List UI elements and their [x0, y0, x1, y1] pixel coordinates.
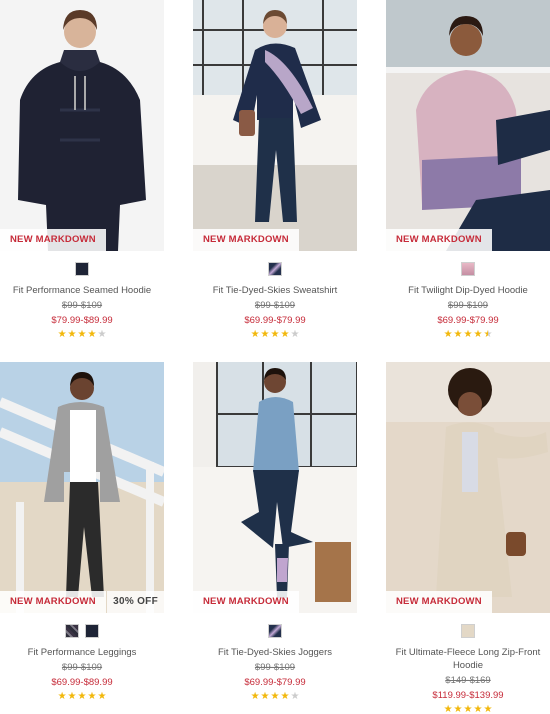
- rating-stars: ★ ★ ★ ★ ★: [386, 330, 550, 340]
- star-icon: ★: [453, 704, 463, 714]
- original-price: $99-$109: [254, 300, 296, 311]
- rating-stars: ★ ★ ★ ★ ★: [386, 705, 550, 714]
- star-icon: ★: [473, 704, 483, 714]
- star-icon: ★: [87, 691, 97, 702]
- sale-price: $69.99-$79.99: [244, 677, 306, 688]
- product-grid: NEW MARKDOWN Fit Performance Seamed Hood…: [0, 0, 550, 714]
- product-photo[interactable]: NEW MARKDOWN 30% OFF: [0, 362, 164, 613]
- sale-price: $69.99-$79.99: [437, 315, 499, 326]
- star-icon: ★: [57, 329, 67, 340]
- star-icon: ★: [250, 329, 260, 340]
- sale-price: $69.99-$89.99: [51, 677, 113, 688]
- swatch-pink-dip-dye[interactable]: [461, 262, 475, 276]
- swatch-navy-space-dye[interactable]: [75, 262, 89, 276]
- product-name[interactable]: Fit Ultimate-Fleece Long Zip-Front Hoodi…: [386, 646, 550, 672]
- new-markdown-badge: NEW MARKDOWN: [0, 591, 106, 613]
- product-card[interactable]: NEW MARKDOWN Fit Performance Seamed Hood…: [0, 0, 164, 340]
- star-icon: ★: [463, 329, 473, 340]
- product-photo[interactable]: NEW MARKDOWN: [0, 0, 164, 251]
- product-card[interactable]: NEW MARKDOWN Fit Ultimate-Fleece Long Zi…: [386, 362, 550, 714]
- original-price: $149-$169: [445, 675, 491, 686]
- rating-stars: ★ ★ ★ ★ ★: [0, 330, 164, 340]
- product-card[interactable]: NEW MARKDOWN Fit Tie-Dyed-Skies Joggers …: [193, 362, 357, 702]
- sale-price: $69.99-$79.99: [244, 315, 306, 326]
- star-icon: ★: [463, 704, 473, 714]
- product-photo[interactable]: NEW MARKDOWN: [193, 0, 357, 251]
- discount-badge: 30% OFF: [107, 591, 164, 613]
- star-icon: ★: [67, 329, 77, 340]
- star-icon: ★: [270, 329, 280, 340]
- star-icon: ★: [260, 329, 270, 340]
- product-name[interactable]: Fit Performance Seamed Hoodie: [0, 284, 164, 297]
- swatch-navy-solid[interactable]: [85, 624, 99, 638]
- new-markdown-badge: NEW MARKDOWN: [386, 229, 492, 251]
- star-icon: ★: [290, 329, 300, 340]
- rating-stars: ★ ★ ★ ★ ★: [0, 692, 164, 702]
- rating-stars: ★ ★ ★ ★ ★: [193, 692, 357, 702]
- original-price: $99-$109: [61, 300, 103, 311]
- new-markdown-badge: NEW MARKDOWN: [193, 229, 299, 251]
- sale-price: $119.99-$139.99: [432, 690, 504, 701]
- new-markdown-badge: NEW MARKDOWN: [193, 591, 299, 613]
- star-icon: ★: [97, 691, 107, 702]
- sale-price: $79.99-$89.99: [51, 315, 113, 326]
- color-swatches: [386, 262, 550, 276]
- product-photo[interactable]: NEW MARKDOWN: [193, 362, 357, 613]
- star-icon: ★: [87, 329, 97, 340]
- swatch-navy-tie-dye[interactable]: [268, 262, 282, 276]
- color-swatches: [193, 624, 357, 638]
- star-icon: ★: [473, 329, 483, 340]
- star-icon: ★: [483, 329, 493, 340]
- star-icon: ★: [67, 691, 77, 702]
- color-swatches: [386, 624, 550, 638]
- color-swatches: [193, 262, 357, 276]
- swatch-oatmeal[interactable]: [461, 624, 475, 638]
- product-name[interactable]: Fit Twilight Dip-Dyed Hoodie: [386, 284, 550, 297]
- product-photo[interactable]: NEW MARKDOWN: [386, 0, 550, 251]
- star-icon: ★: [250, 691, 260, 702]
- product-name[interactable]: Fit Tie-Dyed-Skies Sweatshirt: [193, 284, 357, 297]
- product-name[interactable]: Fit Tie-Dyed-Skies Joggers: [193, 646, 357, 659]
- star-icon: ★: [443, 704, 453, 714]
- product-name[interactable]: Fit Performance Leggings: [0, 646, 164, 659]
- product-card[interactable]: NEW MARKDOWN Fit Twilight Dip-Dyed Hoodi…: [386, 0, 550, 340]
- star-icon: ★: [280, 329, 290, 340]
- star-icon: ★: [443, 329, 453, 340]
- star-icon: ★: [290, 691, 300, 702]
- new-markdown-badge: NEW MARKDOWN: [386, 591, 492, 613]
- swatch-navy-tie-dye[interactable]: [268, 624, 282, 638]
- star-icon: ★: [260, 691, 270, 702]
- original-price: $99-$109: [61, 662, 103, 673]
- star-icon: ★: [77, 691, 87, 702]
- star-icon: ★: [97, 329, 107, 340]
- product-card[interactable]: NEW MARKDOWN 30% OFF Fit Performance Leg…: [0, 362, 164, 702]
- color-swatches: [0, 262, 164, 276]
- rating-stars: ★ ★ ★ ★ ★: [193, 330, 357, 340]
- star-icon: ★: [77, 329, 87, 340]
- star-icon: ★: [453, 329, 463, 340]
- original-price: $99-$109: [447, 300, 489, 311]
- star-icon: ★: [483, 704, 493, 714]
- new-markdown-badge: NEW MARKDOWN: [0, 229, 106, 251]
- original-price: $99-$109: [254, 662, 296, 673]
- star-icon: ★: [280, 691, 290, 702]
- star-icon: ★: [57, 691, 67, 702]
- product-photo[interactable]: NEW MARKDOWN: [386, 362, 550, 613]
- color-swatches: [0, 624, 164, 638]
- star-icon: ★: [270, 691, 280, 702]
- product-card[interactable]: NEW MARKDOWN Fit Tie-Dyed-Skies Sweatshi…: [193, 0, 357, 340]
- swatch-camo-print[interactable]: [65, 624, 79, 638]
